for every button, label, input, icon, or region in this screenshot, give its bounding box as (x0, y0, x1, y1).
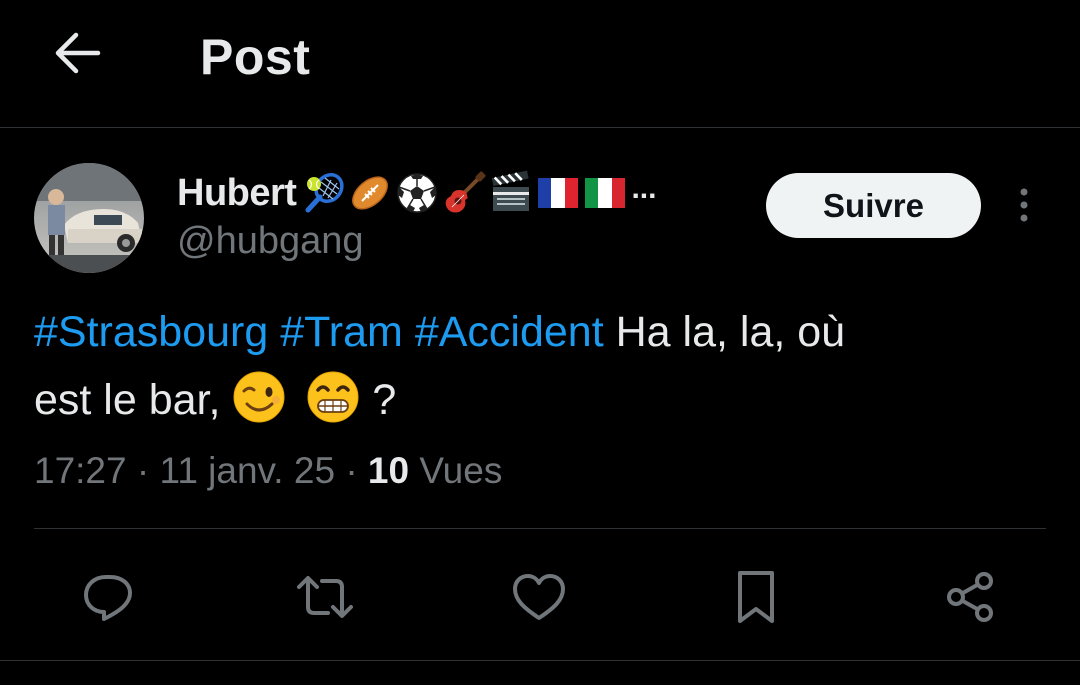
guitar-icon (446, 171, 486, 213)
clapper-board-icon (492, 170, 530, 211)
post-text: #Strasbourg #Tram #Accident Ha la, la, o… (34, 298, 1044, 434)
views-count: 10 (367, 450, 410, 491)
like-icon (513, 574, 565, 620)
post-meta: 17:27 · 11 janv. 25 · 10 Vues (34, 450, 502, 492)
grinning-face-icon (307, 371, 359, 423)
divider (0, 660, 1080, 661)
views-label: Vues (419, 450, 503, 491)
soccer-ball-icon (397, 173, 438, 213)
repost-icon (297, 576, 353, 618)
author-name: Hubert (177, 171, 297, 214)
post-date[interactable]: 11 janv. 25 (159, 450, 335, 491)
post-text-part: ? (372, 376, 397, 424)
author-name-row[interactable]: Hubert ... (177, 168, 656, 218)
share-icon (947, 572, 993, 622)
top-bar: Post (0, 0, 1080, 128)
arrow-left-icon (55, 32, 101, 74)
reply-icon (84, 575, 132, 621)
post-time[interactable]: 17:27 (34, 450, 127, 491)
avatar[interactable] (34, 163, 144, 273)
hashtag-link[interactable]: #Strasbourg (34, 308, 268, 356)
meta-separator: · (136, 450, 150, 491)
rugby-football-icon (352, 176, 389, 210)
hashtag-link[interactable]: #Accident (415, 308, 604, 356)
more-options-button[interactable] (1004, 180, 1044, 230)
divider (34, 528, 1046, 529)
winking-face-icon (233, 371, 285, 423)
more-vertical-icon (1020, 188, 1028, 222)
reply-button[interactable] (78, 567, 138, 627)
hashtag-link[interactable]: #Tram (280, 308, 403, 356)
follow-button[interactable]: Suivre (766, 173, 981, 238)
bookmark-button[interactable] (726, 567, 786, 627)
page-title: Post (200, 29, 311, 85)
tennis-icon (305, 173, 345, 213)
post-text-part: est le bar, (34, 376, 221, 424)
back-button[interactable] (42, 22, 112, 84)
like-button[interactable] (509, 567, 569, 627)
name-emojis (300, 170, 629, 216)
bookmark-icon (738, 571, 774, 623)
flag-italy-icon (585, 178, 626, 208)
post-text-part: Ha la, la, où (615, 308, 846, 356)
meta-separator: · (345, 450, 358, 491)
author-handle[interactable]: @hubgang (177, 220, 364, 263)
avatar-photo (34, 163, 144, 273)
name-overflow: ... (631, 172, 657, 205)
repost-button[interactable] (295, 567, 355, 627)
share-button[interactable] (940, 567, 1000, 627)
flag-france-icon (538, 178, 579, 208)
